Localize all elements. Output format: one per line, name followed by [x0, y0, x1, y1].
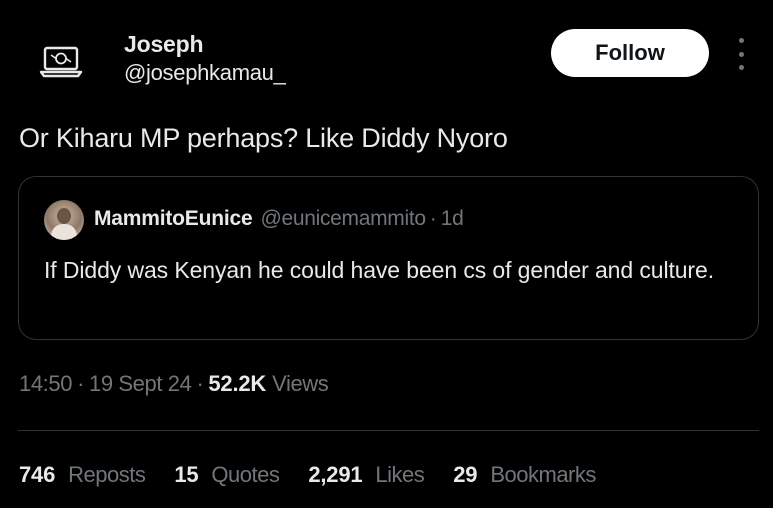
more-options-button[interactable]: [731, 38, 751, 70]
author-handle[interactable]: @josephkamau_: [124, 60, 286, 86]
quotes-label: Quotes: [211, 462, 280, 487]
tweet-text: Or Kiharu MP perhaps? Like Diddy Nyoro: [19, 123, 508, 153]
separator-dot: ·: [429, 207, 437, 230]
quoted-tweet-time[interactable]: 1d: [441, 207, 464, 231]
bookmarks-label: Bookmarks: [490, 462, 596, 487]
author-name[interactable]: Joseph: [124, 31, 204, 58]
views-count: 52.2K: [208, 371, 267, 396]
quotes-count: 15: [174, 462, 199, 487]
more-vertical-icon: [738, 51, 744, 57]
likes-stat[interactable]: 2,291 Likes: [308, 462, 424, 488]
more-vertical-icon: [738, 65, 744, 70]
engagement-stats: 746 Reposts 15 Quotes 2,291 Likes 29 Boo…: [19, 462, 625, 488]
tweet-time[interactable]: 14:50: [19, 371, 72, 397]
divider: [18, 430, 759, 431]
laptop-logo-icon: [39, 46, 83, 78]
reposts-count: 746: [19, 462, 56, 487]
quoted-tweet[interactable]: MammitoEunice @eunicemammito · 1d If Did…: [18, 176, 759, 340]
tweet-detail: Joseph @josephkamau_ Follow Or Kiharu MP…: [0, 0, 773, 508]
more-vertical-icon: [738, 38, 744, 43]
reposts-stat[interactable]: 746 Reposts: [19, 462, 146, 488]
quoted-tweet-header: MammitoEunice @eunicemammito · 1d: [94, 207, 464, 231]
separator-dot: ·: [77, 371, 84, 396]
avatar-face-shape: [57, 208, 71, 224]
bookmarks-stat[interactable]: 29 Bookmarks: [453, 462, 596, 488]
author-avatar[interactable]: [27, 28, 95, 96]
views-label: Views: [272, 371, 329, 396]
tweet-meta: 14:50 · 19 Sept 24 · 52.2K Views: [19, 371, 329, 397]
quoted-author-handle[interactable]: @eunicemammito: [260, 207, 426, 231]
tweet-date[interactable]: 19 Sept 24: [89, 371, 192, 397]
quoted-author-name[interactable]: MammitoEunice: [94, 207, 253, 231]
quoted-tweet-text: If Diddy was Kenyan he could have been c…: [44, 257, 714, 283]
avatar-body-shape: [51, 224, 77, 240]
bookmarks-count: 29: [453, 462, 478, 487]
likes-label: Likes: [375, 462, 425, 487]
quoted-author-avatar[interactable]: [44, 200, 84, 240]
likes-count: 2,291: [308, 462, 363, 487]
separator-dot: ·: [196, 371, 204, 396]
quotes-stat[interactable]: 15 Quotes: [174, 462, 280, 488]
follow-button[interactable]: Follow: [551, 29, 709, 77]
reposts-label: Reposts: [68, 462, 146, 487]
